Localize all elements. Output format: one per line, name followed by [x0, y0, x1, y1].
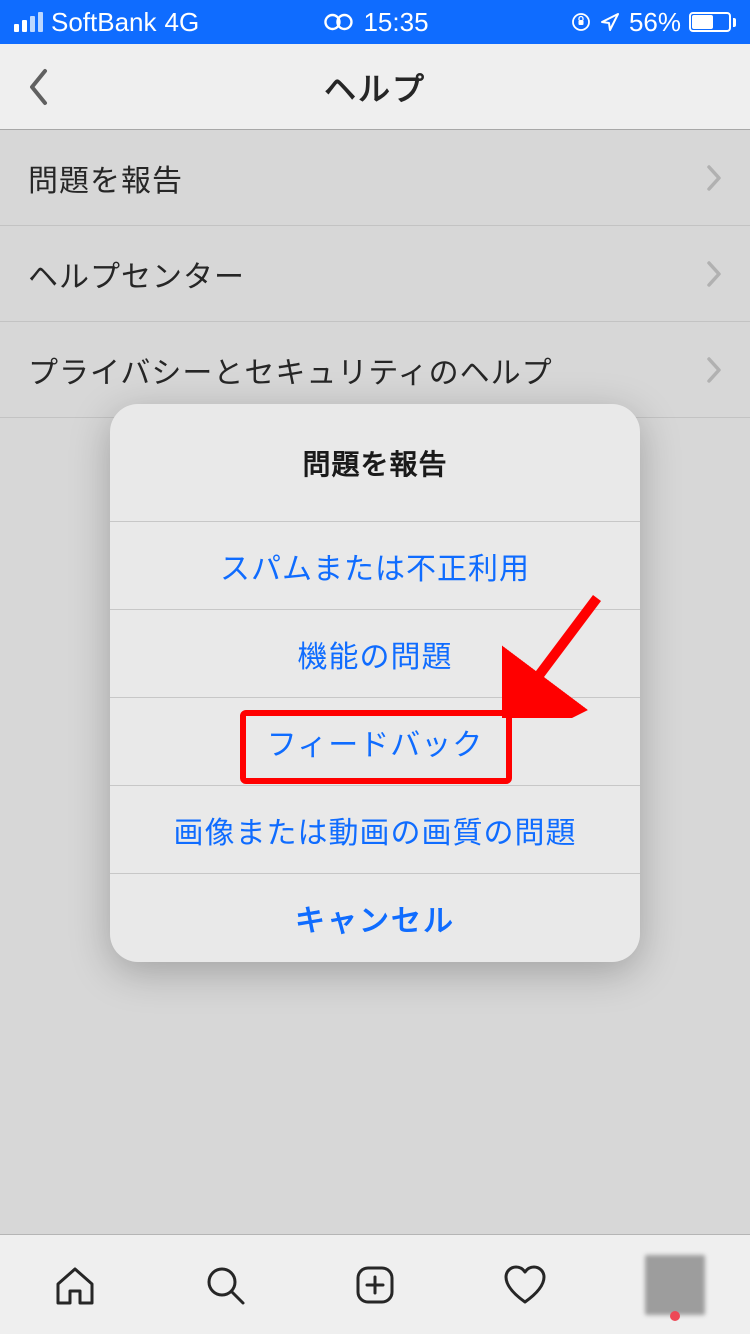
action-sheet-title: 問題を報告 [110, 404, 640, 522]
list-item-label: 問題を報告 [28, 156, 183, 200]
battery-pct-label: 56% [629, 7, 681, 38]
settings-list: 問題を報告 ヘルプセンター プライバシーとセキュリティのヘルプ [0, 130, 750, 418]
action-sheet: 問題を報告 スパムまたは不正利用 機能の問題 フィードバック 画像または動画の画… [110, 404, 640, 962]
location-icon [599, 11, 621, 33]
carrier-label: SoftBank [51, 7, 157, 38]
heart-icon [501, 1261, 549, 1309]
home-icon [51, 1261, 99, 1309]
status-left: SoftBank 4G [14, 7, 199, 38]
sheet-option-feature-problem[interactable]: 機能の問題 [110, 610, 640, 698]
chevron-right-icon [706, 356, 722, 384]
status-right: 56% [571, 7, 736, 38]
status-bar: SoftBank 4G 15:35 56% [0, 0, 750, 44]
signal-icon [14, 12, 43, 32]
list-item-label: ヘルプセンター [28, 252, 245, 296]
hotspot-icon [321, 12, 355, 32]
back-button[interactable] [18, 67, 58, 107]
lock-rotation-icon [571, 12, 591, 32]
sheet-option-label: 画像または動画の画質の問題 [174, 808, 577, 852]
list-item-report-problem[interactable]: 問題を報告 [0, 130, 750, 226]
tab-profile[interactable] [645, 1255, 705, 1315]
sheet-option-label: スパムまたは不正利用 [220, 544, 530, 588]
search-icon [201, 1261, 249, 1309]
tab-bar [0, 1234, 750, 1334]
tab-search[interactable] [195, 1255, 255, 1315]
network-label: 4G [165, 7, 200, 38]
sheet-option-label: フィードバック [267, 720, 483, 764]
sheet-cancel-button[interactable]: キャンセル [110, 874, 640, 962]
tab-home[interactable] [45, 1255, 105, 1315]
nav-header: ヘルプ [0, 44, 750, 130]
plus-square-icon [351, 1261, 399, 1309]
battery-icon [689, 12, 736, 32]
sheet-option-label: 機能の問題 [298, 632, 453, 676]
chevron-right-icon [706, 164, 722, 192]
chevron-right-icon [706, 260, 722, 288]
sheet-option-feedback[interactable]: フィードバック [110, 698, 640, 786]
clock-label: 15:35 [363, 7, 428, 38]
tab-activity[interactable] [495, 1255, 555, 1315]
list-item-help-center[interactable]: ヘルプセンター [0, 226, 750, 322]
tab-new-post[interactable] [345, 1255, 405, 1315]
sheet-option-spam-abuse[interactable]: スパムまたは不正利用 [110, 522, 640, 610]
list-item-label: プライバシーとセキュリティのヘルプ [28, 348, 553, 392]
sheet-option-media-quality[interactable]: 画像または動画の画質の問題 [110, 786, 640, 874]
chevron-left-icon [27, 68, 49, 106]
notification-dot-icon [670, 1311, 680, 1321]
status-center: 15:35 [321, 7, 428, 38]
page-title: ヘルプ [324, 64, 426, 110]
profile-avatar [645, 1255, 705, 1315]
